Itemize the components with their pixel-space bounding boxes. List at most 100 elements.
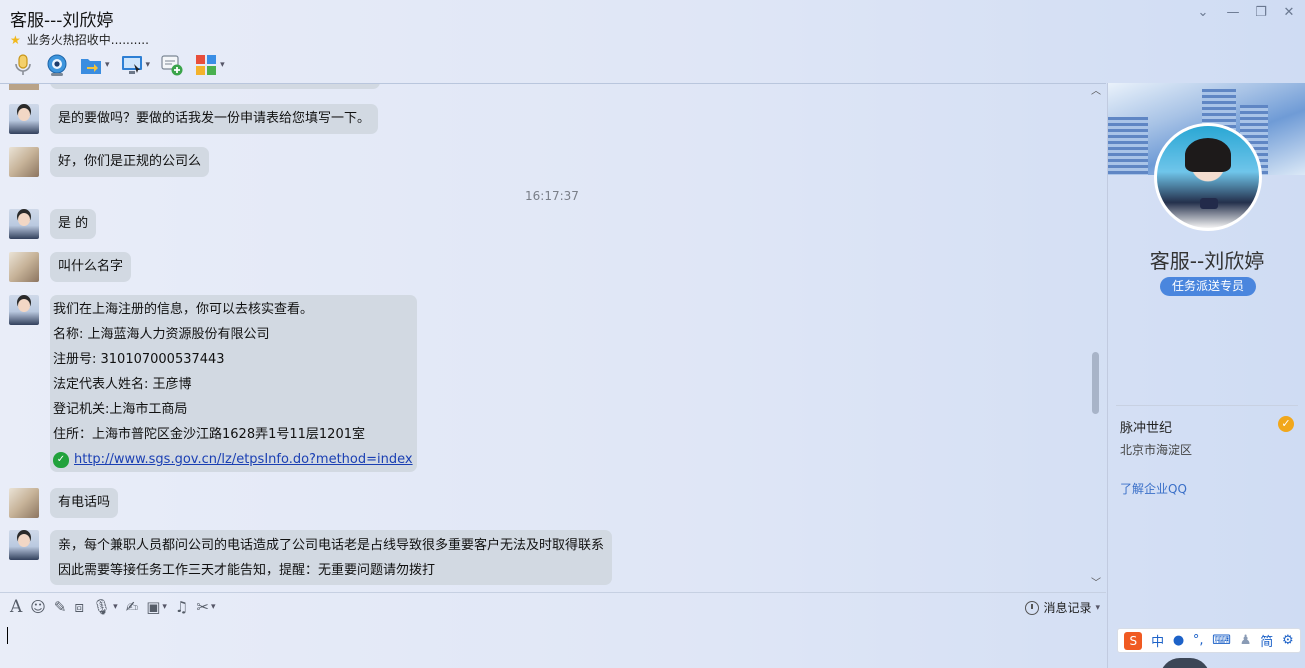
minimize-button[interactable]: — [1222, 4, 1244, 22]
message-bubble-partial [50, 84, 380, 89]
chevron-down-icon: ▾ [210, 602, 216, 612]
input-tools: A ☺ ✎ ⧈ 🎙 ▾ ✍ ▣ ▾ ♫ ✂ ▾ [10, 597, 215, 617]
screenshot-icon[interactable]: ⧈ [75, 597, 85, 617]
magic-wand-icon[interactable]: ✎ [54, 597, 67, 617]
message-history-button[interactable]: 消息记录 ▾ [1025, 599, 1100, 616]
agent-avatar[interactable] [9, 295, 39, 325]
message-row: 是的要做吗？要做的话我发一份申请表给您填写一下。 [9, 104, 379, 134]
message-history[interactable]: 是的要做吗？要做的话我发一份申请表给您填写一下。 好，你们是正规的公司么 16:… [0, 83, 1106, 591]
avatar [9, 84, 39, 90]
apps-icon [196, 55, 217, 75]
remote-desktop-button[interactable]: ▾ [117, 52, 154, 78]
safe-link-shield-icon: ✓ [53, 451, 69, 468]
chevron-down-icon: ▾ [145, 60, 151, 70]
scroll-down-icon[interactable]: ﹀ [1090, 578, 1102, 590]
restore-button[interactable]: ❐ [1250, 4, 1272, 22]
agent-avatar[interactable] [9, 209, 39, 239]
message-bubble: 是的要做吗？要做的话我发一份申请表给您填写一下。 [50, 104, 379, 134]
message-bubble: 好，你们是正规的公司么 [50, 147, 210, 177]
screen-share-icon [121, 56, 142, 74]
message-bubble: 亲，每个兼职人员都问公司的电话造成了公司电话老是占线导致很多重要客户无法及时取得… [50, 530, 613, 585]
ime-settings-icon[interactable]: ⚙ [1282, 633, 1294, 648]
scrollbar-thumb[interactable] [1092, 352, 1099, 414]
add-chat-icon [161, 55, 183, 76]
text-cursor [7, 627, 8, 644]
chevron-down-icon: ▾ [1095, 602, 1100, 613]
message-timestamp: 16:17:37 [525, 189, 579, 203]
message-bubble: 有电话吗 [50, 488, 119, 518]
user-avatar[interactable] [9, 488, 39, 518]
chevron-down-icon: ▾ [113, 602, 118, 612]
agent-avatar[interactable] [9, 104, 39, 134]
message-line: 我们在上海注册的信息，你可以去核实查看。 [53, 302, 314, 317]
close-button[interactable]: ✕ [1278, 4, 1300, 22]
voice-message-icon[interactable]: 🎙 ▾ [92, 597, 118, 617]
emoji-icon[interactable]: ☺ [30, 597, 46, 617]
link-row: ✓ http://www.sgs.gov.cn/lz/etpsInfo.do?m… [53, 447, 413, 472]
file-transfer-icon [81, 59, 101, 74]
message-bubble: 是 的 [50, 209, 97, 239]
role-badge: 任务派送专员 [1160, 277, 1256, 296]
chat-scrollbar[interactable]: ︿ ﹀ [1090, 84, 1102, 591]
user-avatar[interactable] [9, 147, 39, 177]
scissors-icon[interactable]: ✂ ▾ [196, 597, 215, 617]
edit-icon[interactable]: ✍ [126, 597, 139, 617]
ime-chinese-mode[interactable]: 中 [1151, 631, 1164, 650]
message-line: 法定代表人姓名: 王彦博 [53, 377, 192, 392]
user-avatar[interactable] [9, 252, 39, 282]
history-label: 消息记录 [1043, 601, 1092, 615]
profile-name: 客服--刘欣婷 [1149, 249, 1265, 273]
message-row: 亲，每个兼职人员都问公司的电话造成了公司电话老是占线导致很多重要客户无法及时取得… [9, 530, 613, 585]
message-row: 叫什么名字 [9, 252, 132, 282]
contact-profile-panel: 客服--刘欣婷 任务派送专员 脉冲世纪 ✓ 北京市海淀区 了解企业QQ [1107, 83, 1305, 668]
video-call-button[interactable] [42, 52, 72, 78]
scroll-up-icon[interactable]: ︿ [1090, 86, 1102, 98]
message-row: 是 的 [9, 209, 97, 239]
create-discussion-button[interactable] [157, 52, 187, 78]
message-row: 有电话吗 [9, 488, 119, 518]
message-bubble: 叫什么名字 [50, 252, 132, 282]
title-bar: 客服---刘欣婷 ★ 业务火热招收中.......... ⌄ — ❐ ✕ ▾ ▾… [0, 0, 1305, 82]
ime-skin-icon[interactable]: ♟ [1240, 633, 1252, 648]
message-line: 亲，每个兼职人员都问公司的电话造成了公司电话老是占线导致很多重要客户无法及时取得… [58, 538, 605, 553]
chevron-down-icon: ▾ [105, 60, 110, 70]
send-file-button[interactable]: ▾ [76, 52, 113, 78]
learn-enterprise-qq-link[interactable]: 了解企业QQ [1120, 480, 1187, 497]
agent-avatar[interactable] [9, 530, 39, 560]
message-line: 登记机关:上海市工商局 [53, 402, 188, 417]
ime-punctuation-icon[interactable]: ● [1173, 633, 1184, 648]
verified-badge-icon: ✓ [1278, 416, 1294, 432]
ime-toolbar: S 中 ● °, ⌨ ♟ 简 ⚙ [1117, 628, 1301, 653]
company-location: 北京市海淀区 [1120, 443, 1193, 457]
message-line: 因此需要等接任务工作三天才能告知，提醒：无重要问题请勿拨打 [58, 563, 436, 578]
input-toolbar: A ☺ ✎ ⧈ 🎙 ▾ ✍ ▣ ▾ ♫ ✂ ▾ 消息记录 ▾ [0, 592, 1106, 622]
ime-keyboard-icon[interactable]: ⌨ [1212, 633, 1231, 648]
ime-voice-icon[interactable]: °, [1193, 633, 1204, 648]
ime-simplified-mode[interactable]: 简 [1260, 631, 1273, 650]
music-icon[interactable]: ♫ [175, 597, 188, 617]
apps-button[interactable]: ▾ [191, 52, 228, 78]
message-line: 注册号: 310107000537443 [53, 352, 225, 367]
image-icon[interactable]: ▣ ▾ [146, 597, 167, 617]
chat-toolbar: ▾ ▾ ▾ [8, 51, 228, 79]
banner-building [1108, 117, 1148, 175]
profile-photo[interactable] [1154, 123, 1262, 231]
message-line: 名称: 上海蓝海人力资源股份有限公司 [53, 327, 270, 342]
chevron-down-icon: ▾ [220, 60, 225, 70]
clock-icon [1025, 600, 1040, 615]
voice-call-button[interactable] [8, 52, 38, 78]
chevron-down-icon: ▾ [162, 602, 167, 612]
font-icon[interactable]: A [10, 597, 22, 617]
message-line: 住所：上海市普陀区金沙江路1628弄1号11层1201室 [53, 427, 365, 442]
message-input[interactable] [0, 622, 1106, 668]
message-row: 我们在上海注册的信息，你可以去核实查看。 名称: 上海蓝海人力资源股份有限公司 … [9, 295, 417, 472]
message-bubble: 我们在上海注册的信息，你可以去核实查看。 名称: 上海蓝海人力资源股份有限公司 … [50, 295, 417, 472]
divider [1116, 405, 1298, 406]
company-name: 脉冲世纪 [1120, 421, 1173, 436]
status-text: 业务火热招收中.......... [26, 33, 149, 47]
message-row: 好，你们是正规的公司么 [9, 147, 210, 177]
ime-logo-icon[interactable]: S [1124, 631, 1143, 650]
window-menu-button[interactable]: ⌄ [1192, 4, 1214, 22]
verification-link[interactable]: http://www.sgs.gov.cn/lz/etpsInfo.do?met… [74, 447, 413, 472]
microphone-icon [15, 54, 31, 75]
